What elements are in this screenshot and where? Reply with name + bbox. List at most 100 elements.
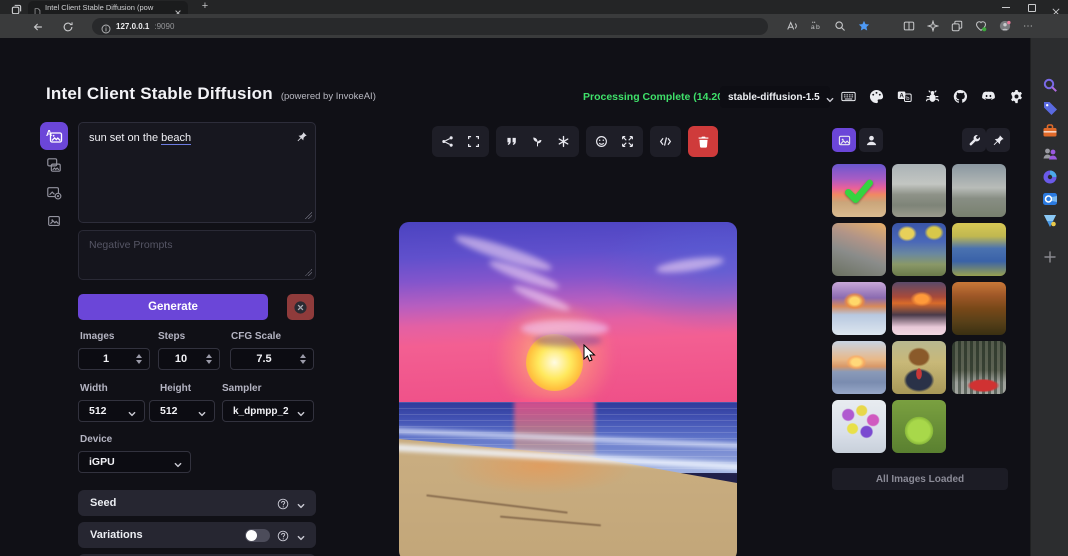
resize-grip[interactable]	[305, 212, 312, 219]
tab-postprocessing[interactable]	[43, 182, 65, 204]
url-bar[interactable]: 127.0.0.1 :9090	[92, 18, 768, 35]
gallery-thumbnail-van-gogh-truck-2[interactable]	[952, 223, 1006, 276]
hotkeys-keyboard-icon[interactable]	[841, 89, 856, 104]
github-icon[interactable]	[953, 89, 968, 104]
gallery-thumbnail-van-gogh-truck[interactable]	[892, 223, 946, 276]
sidebar-search-icon[interactable]	[1042, 77, 1058, 93]
device-select[interactable]: iGPU	[78, 451, 191, 473]
reload-icon[interactable]	[62, 20, 74, 32]
browser-tab[interactable]: Intel Client Stable Diffusion (pow	[28, 1, 188, 14]
toggle-switch-off[interactable]	[245, 529, 270, 542]
height-select[interactable]: 512	[149, 400, 215, 422]
sidebar-games-icon[interactable]	[1042, 146, 1058, 162]
gallery-thumbnail-gray-house[interactable]	[892, 164, 946, 217]
gallery-uploads-view-button[interactable]	[859, 128, 883, 152]
resize-grip[interactable]	[305, 269, 312, 276]
sidebar-designer-icon[interactable]	[1042, 213, 1058, 229]
use-prompt-icon[interactable]	[505, 135, 518, 148]
site-info-icon[interactable]	[101, 21, 111, 31]
metadata-code-icon[interactable]	[659, 135, 672, 148]
browser-tabstrip: Intel Client Stable Diffusion (pow +	[0, 0, 1068, 14]
tab-close-icon[interactable]	[174, 4, 182, 12]
language-icon[interactable]: Ab	[897, 89, 912, 104]
prompt-input[interactable]: sun set on the beach	[78, 122, 316, 223]
gallery-thumbnail-red-car-forest[interactable]	[952, 341, 1006, 394]
model-select[interactable]: stable-diffusion-1.5	[720, 86, 830, 108]
sidebar-shopping-icon[interactable]	[1042, 100, 1058, 116]
help-icon[interactable]	[277, 497, 289, 509]
fit-frame-icon[interactable]	[467, 135, 480, 148]
report-bug-icon[interactable]	[925, 89, 940, 104]
stepper-arrows[interactable]	[297, 354, 309, 364]
accordion-variations[interactable]: Variations	[78, 522, 316, 548]
images-stepper[interactable]: 1	[78, 348, 150, 370]
split-screen-icon[interactable]	[903, 20, 915, 32]
favorite-star-icon[interactable]	[858, 20, 870, 32]
web-capture-icon[interactable]	[951, 20, 963, 32]
gallery-settings-button[interactable]	[962, 128, 986, 152]
delete-image-button[interactable]	[688, 126, 718, 157]
minimize-icon[interactable]	[1002, 3, 1010, 11]
use-seed-icon[interactable]	[531, 135, 544, 148]
face-restore-icon[interactable]	[595, 135, 608, 148]
tab-image-to-image[interactable]	[43, 154, 65, 176]
gallery-thumbnail-mountain-sunset[interactable]	[892, 282, 946, 335]
accordion-seed[interactable]: Seed	[78, 490, 316, 516]
tab-text-to-image[interactable]: A	[40, 122, 68, 150]
chevron-down-icon[interactable]	[296, 530, 306, 540]
new-tab-button[interactable]: +	[198, 0, 212, 13]
tab-nodes[interactable]	[43, 210, 65, 232]
gallery-thumbnail-winter-lake-sunset[interactable]	[832, 282, 886, 335]
invokeai-app: Intel Client Stable Diffusion (powered b…	[0, 38, 1030, 556]
negative-prompt-input[interactable]: Negative Prompts	[78, 230, 316, 280]
sidebar-outlook-icon[interactable]	[1042, 191, 1058, 207]
pin-icon[interactable]	[296, 130, 308, 142]
generate-button[interactable]: Generate	[78, 294, 268, 320]
gallery-images-view-button[interactable]	[832, 128, 856, 152]
sampler-select[interactable]: k_dpmpp_2	[222, 400, 314, 422]
width-select[interactable]: 512	[78, 400, 145, 422]
gallery-thumbnail-dog-in-suit[interactable]	[892, 341, 946, 394]
gallery-thumbnail-house-sunset[interactable]	[832, 223, 886, 276]
browser-essentials-icon[interactable]	[975, 20, 987, 32]
gallery-thumbnail-flower-bouquet[interactable]	[832, 400, 886, 453]
window-close-icon[interactable]	[1052, 3, 1060, 11]
sidebar-toolbox-icon[interactable]	[1042, 123, 1058, 139]
collections-icon[interactable]	[927, 20, 939, 32]
discord-icon[interactable]	[981, 89, 996, 104]
sidebar-media-icon[interactable]	[1042, 169, 1058, 185]
negative-prompt-placeholder: Negative Prompts	[89, 239, 305, 251]
gallery-pin-button[interactable]	[986, 128, 1010, 152]
svg-text:b: b	[906, 96, 909, 102]
cfg-stepper[interactable]: 7.5	[230, 348, 314, 370]
zoom-icon[interactable]	[834, 20, 846, 32]
maximize-icon[interactable]	[1027, 3, 1035, 11]
sidebar-add-icon[interactable]	[1042, 249, 1058, 265]
gallery-thumbnail-gray-house-2[interactable]	[952, 164, 1006, 217]
generated-image[interactable]	[399, 222, 737, 556]
images-label: Images	[80, 331, 114, 342]
chevron-down-icon[interactable]	[296, 498, 306, 508]
gallery-thumbnail-autumn-hills[interactable]	[952, 282, 1006, 335]
gallery-thumbnail-sunset-beach[interactable]	[832, 164, 886, 217]
gallery-thumbnail-ocean-sunset[interactable]	[832, 341, 886, 394]
more-menu-icon[interactable]: ⋯	[1023, 21, 1034, 32]
cancel-button[interactable]	[287, 294, 314, 320]
theme-palette-icon[interactable]	[869, 89, 884, 104]
gallery-thumbnail-green-apple[interactable]	[892, 400, 946, 453]
trash-icon	[697, 135, 710, 148]
read-aloud-icon[interactable]	[786, 20, 798, 32]
back-icon[interactable]	[32, 20, 44, 32]
stepper-arrows[interactable]	[133, 354, 145, 364]
tab-actions-icon[interactable]	[11, 2, 22, 13]
profile-avatar-icon[interactable]	[999, 20, 1011, 32]
share-icon[interactable]	[441, 135, 454, 148]
help-icon[interactable]	[277, 529, 289, 541]
use-all-icon[interactable]	[557, 135, 570, 148]
window-controls	[1002, 0, 1060, 13]
upscale-icon[interactable]	[621, 135, 634, 148]
translate-icon[interactable]: ab	[810, 20, 822, 32]
steps-stepper[interactable]: 10	[158, 348, 220, 370]
stepper-arrows[interactable]	[203, 354, 215, 364]
settings-gear-icon[interactable]	[1009, 89, 1024, 104]
